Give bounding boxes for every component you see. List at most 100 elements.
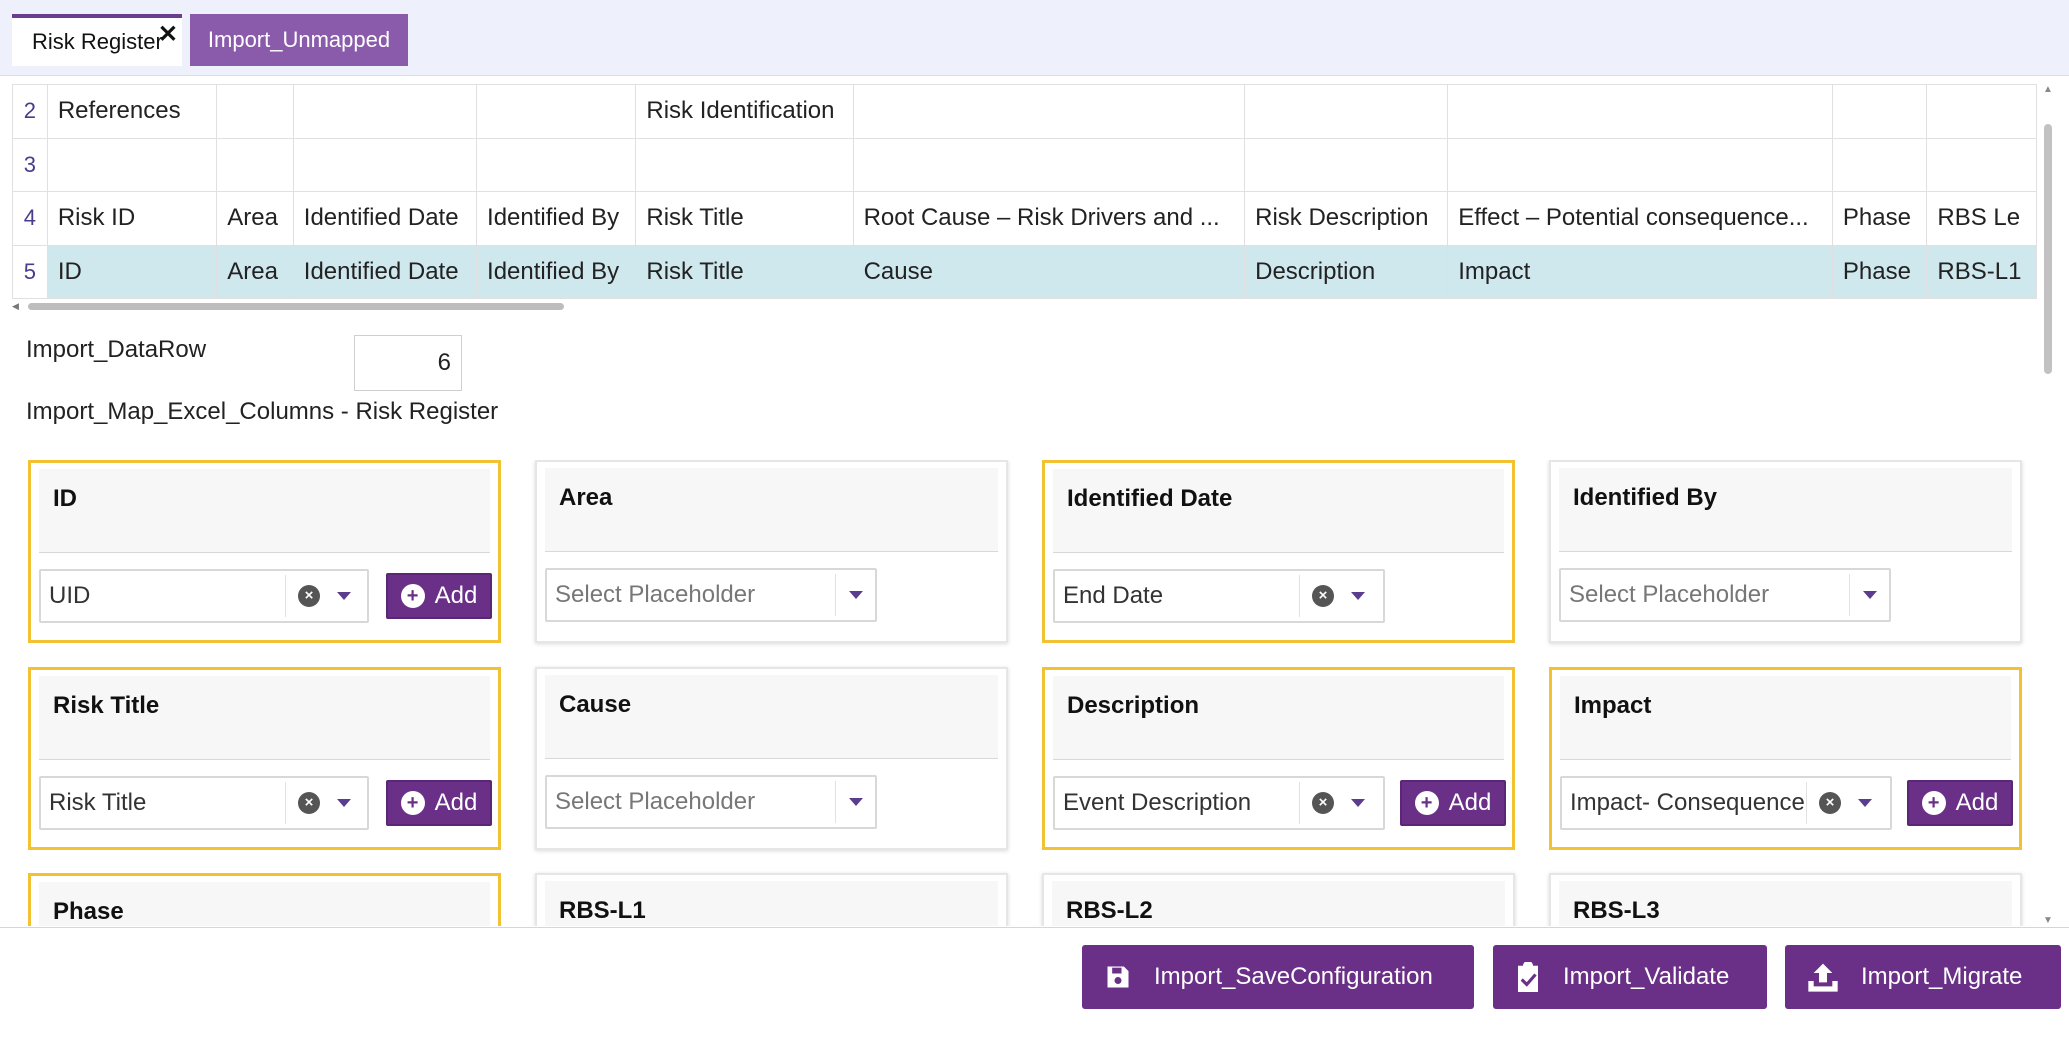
cell[interactable]: Effect – Potential consequence... [1447, 191, 1833, 246]
cell[interactable]: Cause [852, 244, 1246, 299]
cell[interactable]: Risk ID [46, 191, 218, 246]
cell[interactable]: Risk Description [1244, 191, 1449, 246]
cell[interactable]: Phase [1831, 191, 1928, 246]
cell[interactable] [216, 137, 294, 192]
cell[interactable] [292, 137, 478, 192]
column-select[interactable]: Event Description × [1053, 776, 1385, 830]
table-row: 2 References Risk Identification [12, 84, 2037, 139]
scroll-up-icon[interactable]: ▲ [2043, 84, 2053, 95]
chevron-down-icon[interactable] [849, 798, 863, 806]
column-select[interactable]: Risk Title × [39, 776, 369, 830]
cell[interactable] [476, 137, 637, 192]
cell[interactable]: Impact [1447, 244, 1833, 299]
cell[interactable]: Identified Date [292, 244, 478, 299]
column-select[interactable]: End Date × [1053, 569, 1385, 623]
map-section-title: Import_Map_Excel_Columns - Risk Register [26, 398, 499, 425]
save-configuration-button[interactable]: Import_SaveConfiguration [1082, 945, 1474, 1009]
cell[interactable]: Risk Title [635, 244, 854, 299]
chevron-down-icon[interactable] [1863, 591, 1877, 599]
cell[interactable] [1244, 137, 1449, 192]
clear-icon[interactable]: × [298, 792, 320, 814]
select-divider [1849, 574, 1850, 616]
cell[interactable]: Identified Date [292, 191, 478, 246]
add-button-label: Add [1448, 789, 1492, 816]
scrollbar-thumb[interactable] [28, 303, 564, 310]
cell[interactable] [46, 137, 218, 192]
clear-icon[interactable]: × [1819, 792, 1841, 814]
card-header [39, 469, 490, 553]
mapping-card-identified-by: Identified By Select Placeholder [1549, 460, 2022, 643]
select-divider [1299, 575, 1300, 617]
plus-circle-icon: + [400, 584, 425, 608]
cell[interactable] [1447, 84, 1833, 139]
mapping-card-identified-date: Identified Date End Date × [1042, 460, 1515, 643]
cell[interactable] [852, 137, 1246, 192]
cell[interactable] [292, 84, 478, 139]
chevron-down-icon[interactable] [337, 799, 351, 807]
cell[interactable]: ID [46, 244, 218, 299]
chevron-down-icon[interactable] [1858, 799, 1872, 807]
cell[interactable] [1926, 137, 2037, 192]
clear-icon[interactable]: × [1312, 792, 1334, 814]
column-select[interactable]: UID × [39, 569, 369, 623]
cell[interactable] [852, 84, 1246, 139]
cell[interactable] [1831, 137, 1928, 192]
cell[interactable]: Identified By [476, 191, 637, 246]
cell[interactable]: RBS-L1 [1926, 244, 2037, 299]
select-placeholder: Select Placeholder [1569, 581, 1770, 608]
scroll-down-icon[interactable]: ▼ [2043, 915, 2053, 926]
column-select[interactable]: Impact- Consequence × [1560, 776, 1892, 830]
table-row: 4 Risk ID Area Identified Date Identifie… [12, 191, 2037, 246]
card-title: Risk Title [53, 692, 160, 719]
cell[interactable]: Description [1244, 244, 1449, 299]
upload-icon [1808, 963, 1838, 992]
cell[interactable]: References [46, 84, 218, 139]
import-datarow-input[interactable]: 6 [354, 335, 462, 391]
mapping-card-risk-title: Risk Title Risk Title × + Add [28, 667, 501, 850]
add-button[interactable]: + Add [386, 780, 492, 826]
chevron-down-icon[interactable] [337, 592, 351, 600]
cell[interactable]: RBS Le [1926, 191, 2037, 246]
cell[interactable] [476, 84, 637, 139]
cell[interactable] [1926, 84, 2037, 139]
add-button[interactable]: + Add [386, 573, 492, 619]
close-icon[interactable]: ✕ [158, 20, 178, 49]
select-value: Event Description [1063, 789, 1252, 816]
cell[interactable] [1447, 137, 1833, 192]
column-select[interactable]: Select Placeholder [1559, 568, 1891, 622]
cell[interactable]: Root Cause – Risk Drivers and ... [852, 191, 1246, 246]
chevron-down-icon[interactable] [1351, 799, 1365, 807]
card-header [545, 468, 998, 552]
card-title: ID [53, 485, 77, 512]
chevron-down-icon[interactable] [1351, 592, 1365, 600]
chevron-down-icon[interactable] [849, 591, 863, 599]
scrollbar-thumb[interactable] [2044, 124, 2052, 374]
tab-risk-register[interactable]: Risk Register ✕ [12, 14, 182, 66]
tab-import-unmapped[interactable]: Import_Unmapped [190, 14, 408, 66]
add-button-label: Add [434, 789, 478, 816]
cell[interactable] [1244, 84, 1449, 139]
cell[interactable]: Risk Identification [635, 84, 854, 139]
cell[interactable]: Identified By [476, 244, 637, 299]
cell[interactable]: Phase [1831, 244, 1928, 299]
add-button[interactable]: + Add [1907, 780, 2013, 826]
cell[interactable]: Area [216, 244, 294, 299]
migrate-button[interactable]: Import_Migrate [1785, 945, 2061, 1009]
cell[interactable]: Area [216, 191, 294, 246]
cell[interactable] [1831, 84, 1928, 139]
validate-button[interactable]: Import_Validate [1493, 945, 1767, 1009]
clear-icon[interactable]: × [1312, 585, 1334, 607]
column-select[interactable]: Select Placeholder [545, 775, 877, 829]
cell[interactable] [216, 84, 294, 139]
scroll-left-icon[interactable]: ◀ [12, 301, 19, 312]
column-select[interactable]: Select Placeholder [545, 568, 877, 622]
vertical-scrollbar[interactable]: ▲ ▼ [2040, 84, 2056, 926]
mapping-card-impact: Impact Impact- Consequence × + Add [1549, 667, 2022, 850]
cell[interactable]: Risk Title [635, 191, 854, 246]
horizontal-scrollbar[interactable]: ◀ [12, 301, 2037, 311]
cell[interactable] [635, 137, 854, 192]
mapping-card-id: ID UID × + Add [28, 460, 501, 643]
add-button-label: Add [434, 582, 478, 609]
clear-icon[interactable]: × [298, 585, 320, 607]
add-button[interactable]: + Add [1400, 780, 1506, 826]
